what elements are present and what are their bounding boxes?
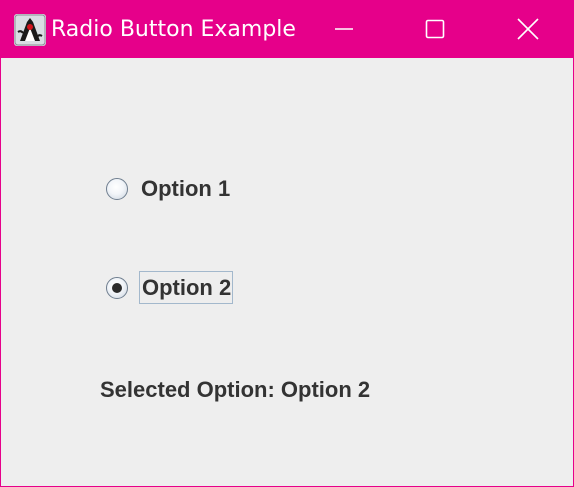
minimize-button[interactable]: [298, 0, 390, 58]
java-duke-icon: [14, 14, 46, 46]
radio-option-2[interactable]: Option 2: [106, 271, 234, 304]
window-title: Radio Button Example: [51, 17, 296, 42]
title-bar[interactable]: Radio Button Example: [0, 0, 574, 58]
app-window: Radio Button Example Option 1 Option 2 S…: [0, 0, 574, 487]
close-button[interactable]: [482, 0, 574, 58]
radio-option-1[interactable]: Option 1: [106, 174, 230, 204]
radio-label-option-2[interactable]: Option 2: [139, 271, 234, 304]
close-icon: [517, 18, 539, 40]
radio-button-option-1[interactable]: [106, 178, 128, 200]
radio-label-option-1[interactable]: Option 1: [141, 174, 230, 204]
maximize-button[interactable]: [389, 0, 481, 58]
minimize-icon: [335, 28, 353, 30]
radio-button-option-2[interactable]: [106, 276, 128, 299]
maximize-icon: [425, 19, 445, 39]
selected-option-label: Selected Option: Option 2: [100, 377, 371, 402]
radio-selected-dot: [112, 282, 122, 293]
content-panel: [1, 58, 573, 486]
